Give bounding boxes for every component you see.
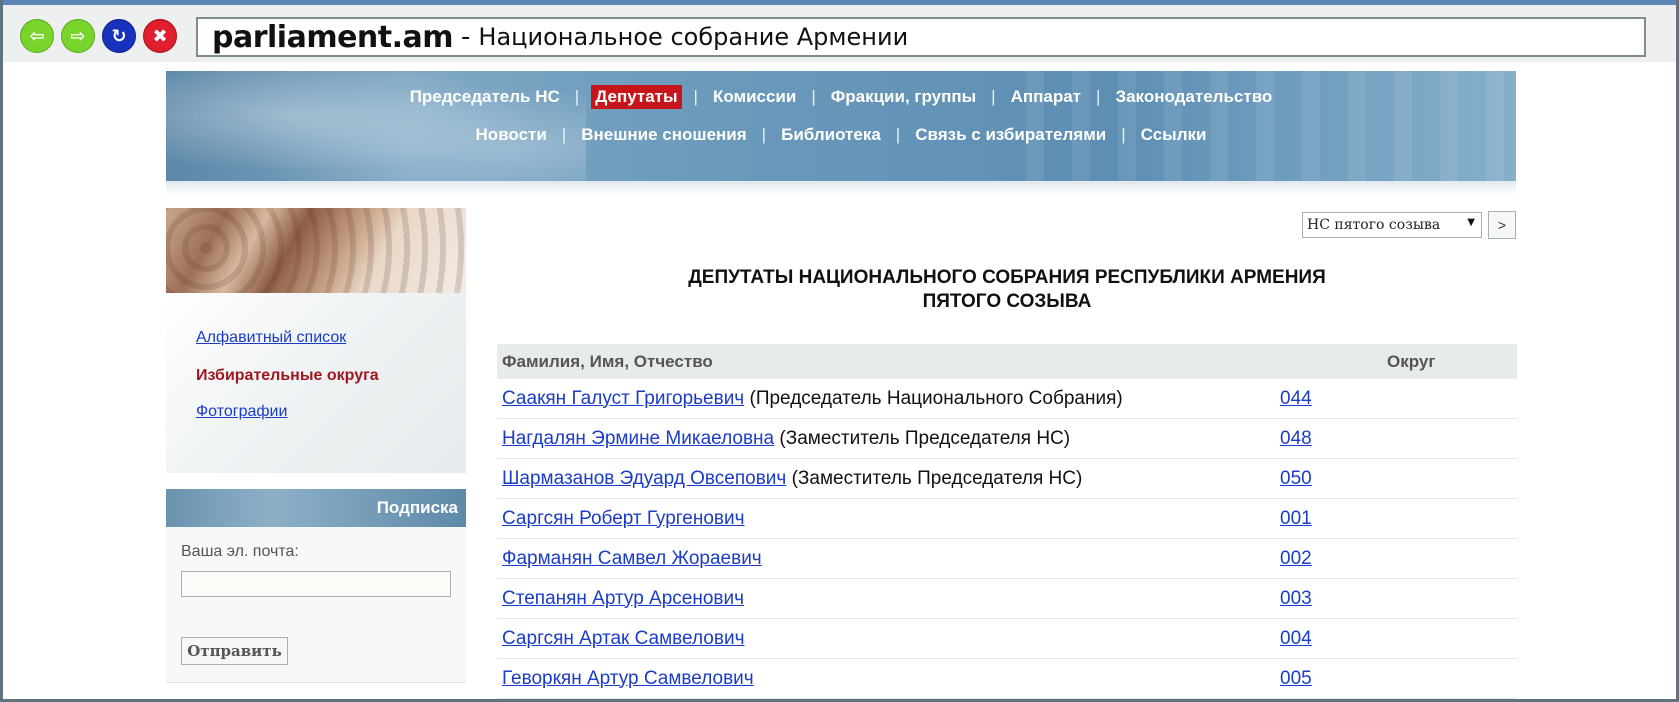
table-row: Саргсян Артак Самвелович 004 [497, 619, 1517, 659]
name-cell: Геворкян Артур Самвелович [497, 668, 1280, 690]
table-row: Саакян Галуст Григорьевич (Председатель … [497, 379, 1517, 419]
deputy-role: (Заместитель Председателя НС) [779, 427, 1071, 449]
deputy-link[interactable]: Степанян Артур Арсенович [502, 588, 744, 609]
nav-chairman[interactable]: Председатель НС [407, 85, 563, 109]
convocation-go-button[interactable]: > [1488, 211, 1516, 239]
main-nav-row-1: Председатель НС | Депутаты | Комиссии | … [166, 85, 1516, 109]
deputy-link[interactable]: Геворкян Артур Самвелович [502, 668, 754, 689]
district-link[interactable]: 005 [1280, 668, 1312, 690]
nav-deputies[interactable]: Депутаты [591, 85, 682, 109]
header-shadow [166, 181, 1516, 195]
deputy-link[interactable]: Шармазанов Эдуард Овсепович [502, 468, 786, 489]
district-link[interactable]: 050 [1280, 468, 1312, 490]
nav-separator: | [761, 125, 767, 144]
site-header: Председатель НС | Депутаты | Комиссии | … [166, 71, 1516, 181]
table-row: Саргсян Роберт Гургенович 001 [497, 499, 1517, 539]
sidebar-menu: Алфавитный список Избирательные округа Ф… [166, 293, 466, 473]
nav-separator: | [1121, 125, 1126, 144]
name-cell: Фарманян Самвел Жораевич [497, 548, 1280, 570]
name-cell: Саакян Галуст Григорьевич (Председатель … [497, 388, 1280, 410]
nav-separator: | [895, 125, 901, 144]
nav-foreign-relations[interactable]: Внешние сношения [578, 123, 749, 147]
page-title: ДЕПУТАТЫ НАЦИОНАЛЬНОГО СОБРАНИЯ РЕСПУБЛИ… [497, 266, 1517, 314]
table-row: Шармазанов Эдуард Овсепович (Заместитель… [497, 459, 1517, 499]
nav-library[interactable]: Библиотека [778, 123, 884, 147]
deputy-link[interactable]: Фарманян Самвел Жораевич [502, 548, 762, 569]
deputies-table: Фамилия, Имя, Отчество Округ Саакян Галу… [497, 344, 1517, 699]
nav-separator: | [574, 87, 580, 106]
deputy-link[interactable]: Саргсян Роберт Гургенович [502, 508, 745, 529]
nav-separator: | [1096, 87, 1101, 106]
convocation-selected-value: НС пятого созыва [1307, 217, 1441, 233]
page-title-line-1: ДЕПУТАТЫ НАЦИОНАЛЬНОГО СОБРАНИЯ РЕСПУБЛИ… [688, 267, 1326, 288]
name-cell: Шармазанов Эдуард Овсепович (Заместитель… [497, 468, 1280, 490]
deputy-role: (Заместитель Председателя НС) [791, 467, 1083, 489]
name-cell: Саргсян Артак Самвелович [497, 628, 1280, 650]
nav-legislation[interactable]: Законодательство [1112, 85, 1275, 109]
dropdown-arrow-icon: ▼ [1467, 217, 1475, 228]
close-icon[interactable]: ✖ [143, 19, 177, 53]
nav-separator: | [811, 87, 816, 106]
page-title-line-2: ПЯТОГО СОЗЫВА [922, 291, 1092, 312]
district-link[interactable]: 004 [1280, 628, 1312, 650]
email-input[interactable] [181, 571, 451, 597]
nav-separator: | [561, 125, 567, 144]
district-link[interactable]: 001 [1280, 508, 1312, 530]
nav-voter-contact[interactable]: Связь с избирателями [912, 123, 1109, 147]
subscription-box: Ваша эл. почта: Отправить [166, 527, 466, 683]
browser-toolbar: ⇦ ⇨ ↻ ✖ parliament.am - Национальное соб… [0, 0, 1679, 62]
submit-button[interactable]: Отправить [181, 637, 288, 665]
sidebar-item-districts[interactable]: Избирательные округа [196, 367, 379, 385]
district-link[interactable]: 002 [1280, 548, 1312, 570]
nav-separator: | [693, 87, 698, 106]
address-bar[interactable]: parliament.am - Национальное собрание Ар… [196, 17, 1646, 57]
nav-links[interactable]: Ссылки [1138, 123, 1210, 147]
nav-factions[interactable]: Фракции, группы [828, 85, 979, 109]
url-domain: parliament.am [212, 19, 454, 55]
column-header-district: Округ [1387, 351, 1436, 371]
convocation-select[interactable]: НС пятого созыва ▼ [1302, 212, 1482, 238]
sidebar-item-photos[interactable]: Фотографии [196, 403, 287, 421]
table-header: Фамилия, Имя, Отчество Округ [497, 344, 1517, 379]
url-separator: - [461, 22, 471, 52]
table-row: Геворкян Артур Самвелович 005 [497, 659, 1517, 699]
main-nav-row-2: Новости | Внешние сношения | Библиотека … [166, 123, 1516, 147]
district-link[interactable]: 003 [1280, 588, 1312, 610]
deputy-role: (Председатель Национального Собрания) [749, 387, 1123, 409]
deputy-link[interactable]: Саакян Галуст Григорьевич [502, 388, 744, 409]
sidebar-capital-image [166, 208, 466, 293]
nav-staff[interactable]: Аппарат [1008, 85, 1084, 109]
column-header-name: Фамилия, Имя, Отчество [502, 351, 713, 371]
table-row: Нагдалян Эрмине Микаеловна (Заместитель … [497, 419, 1517, 459]
url-page-title: Национальное собрание Армении [478, 23, 909, 51]
deputy-link[interactable]: Нагдалян Эрмине Микаеловна [502, 428, 774, 449]
email-label: Ваша эл. почта: [181, 543, 299, 560]
district-link[interactable]: 044 [1280, 388, 1312, 410]
table-row: Фарманян Самвел Жораевич 002 [497, 539, 1517, 579]
nav-news[interactable]: Новости [473, 123, 550, 147]
name-cell: Нагдалян Эрмине Микаеловна (Заместитель … [497, 428, 1280, 450]
name-cell: Степанян Артур Арсенович [497, 588, 1280, 610]
refresh-icon[interactable]: ↻ [102, 19, 136, 53]
deputy-link[interactable]: Саргсян Артак Самвелович [502, 628, 744, 649]
nav-commissions[interactable]: Комиссии [710, 85, 799, 109]
district-link[interactable]: 048 [1280, 428, 1312, 450]
sidebar-item-alphabetical[interactable]: Алфавитный список [196, 329, 346, 347]
table-row: Степанян Артур Арсенович 003 [497, 579, 1517, 619]
name-cell: Саргсян Роберт Гургенович [497, 508, 1280, 530]
subscription-header: Подписка [166, 489, 466, 527]
forward-arrow-icon[interactable]: ⇨ [61, 19, 95, 53]
nav-separator: | [991, 87, 996, 106]
back-arrow-icon[interactable]: ⇦ [20, 19, 54, 53]
subscription-title: Подписка [376, 498, 458, 517]
